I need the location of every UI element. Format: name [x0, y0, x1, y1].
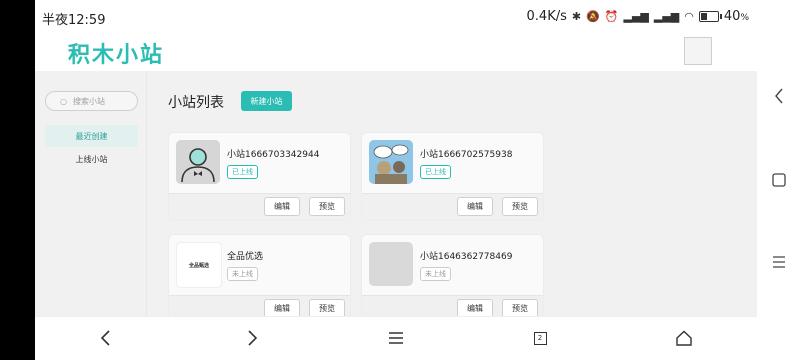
network-speed: 0.4K/s	[526, 9, 567, 24]
search-placeholder: 搜索小站	[72, 96, 105, 106]
sidebar: ○ 搜索小站 最近创建 上线小站	[35, 71, 146, 316]
status-badge: 已上线	[420, 165, 451, 179]
page-title: 小站列表	[168, 95, 224, 111]
status-bar: 半夜12:59 0.4K/s ✱ 🔕 ⏰ ▂▄▆ ▂▄▆ ◠ 40%	[35, 0, 757, 34]
mute-icon: 🔕	[586, 10, 600, 23]
alarm-icon: ⏰	[604, 10, 619, 23]
site-header: 积木小站	[35, 34, 757, 71]
status-indicators: 0.4K/s ✱ 🔕 ⏰ ▂▄▆ ▂▄▆ ◠ 40%	[527, 9, 749, 24]
forward-arrow-icon[interactable]	[239, 325, 265, 351]
search-icon: ○	[60, 96, 67, 106]
sidebar-item-label: 最近创建	[75, 131, 108, 141]
search-input[interactable]: ○ 搜索小站	[45, 91, 138, 111]
browser-nav-bar: 2	[35, 316, 757, 360]
sidebar-item-online[interactable]: 上线小站	[45, 148, 138, 170]
site-logo[interactable]: 积木小站	[68, 37, 164, 69]
home-icon[interactable]	[671, 325, 697, 351]
site-name[interactable]: 小站1646362778469	[420, 249, 512, 262]
placeholder-icon	[369, 242, 413, 286]
battery-percent: 40%	[723, 9, 749, 24]
system-home-icon[interactable]	[769, 170, 789, 190]
browser-screen: 半夜12:59 0.4K/s ✱ 🔕 ⏰ ▂▄▆ ▂▄▆ ◠ 40% 积木小站 …	[35, 0, 757, 360]
status-badge: 已上线	[227, 165, 258, 179]
signal-icon-2: ▂▄▆	[653, 10, 680, 23]
status-badge: 未上线	[227, 267, 258, 281]
site-name[interactable]: 小站1666703342944	[227, 147, 319, 160]
wifi-icon: ◠	[684, 10, 694, 23]
system-back-icon[interactable]	[769, 86, 789, 106]
preview-button[interactable]: 预览	[309, 197, 345, 216]
site-name[interactable]: 小站1666702575938	[420, 147, 512, 160]
edit-button[interactable]: 编辑	[457, 197, 493, 216]
tabs-button[interactable]: 2	[527, 325, 553, 351]
new-site-button[interactable]: 新建小站	[241, 91, 292, 111]
system-nav-strip	[757, 0, 800, 360]
menu-icon[interactable]	[383, 325, 409, 351]
site-card[interactable]: 小站1646362778469 未上线 编辑 预览	[361, 234, 544, 323]
signal-icon: ▂▄▆	[623, 10, 649, 23]
site-card[interactable]: 全品甄选 全品优选 未上线 编辑 预览	[168, 234, 351, 323]
site-card[interactable]: 小站1666703342944 已上线 编辑 预览	[168, 132, 351, 221]
status-time: 半夜12:59	[42, 13, 106, 28]
status-badge: 未上线	[420, 267, 451, 281]
sidebar-item-label: 上线小站	[75, 154, 108, 164]
content-area: ○ 搜索小站 最近创建 上线小站 小站列表 新建小站 小站16667033429…	[35, 71, 757, 323]
card-footer: 编辑 预览	[169, 193, 350, 220]
system-recents-icon[interactable]	[769, 252, 789, 272]
brand-logo-text: 全品甄选	[188, 262, 209, 269]
tabs-count: 2	[533, 331, 547, 345]
sidebar-divider	[146, 71, 147, 316]
cartoon-chat-icon	[369, 140, 413, 184]
sidebar-item-recent[interactable]: 最近创建	[45, 125, 138, 147]
brand-logo-icon: 全品甄选	[176, 242, 222, 288]
site-name[interactable]: 全品优选	[227, 249, 263, 262]
person-icon	[176, 140, 220, 184]
preview-button[interactable]: 预览	[502, 197, 538, 216]
battery-icon	[698, 11, 722, 22]
card-footer: 编辑 预览	[362, 193, 543, 220]
user-avatar[interactable]	[684, 37, 712, 65]
edit-button[interactable]: 编辑	[264, 197, 300, 216]
back-arrow-icon[interactable]	[93, 325, 119, 351]
site-card[interactable]: 小站1666702575938 已上线 编辑 预览	[361, 132, 544, 221]
bluetooth-icon: ✱	[571, 10, 582, 23]
